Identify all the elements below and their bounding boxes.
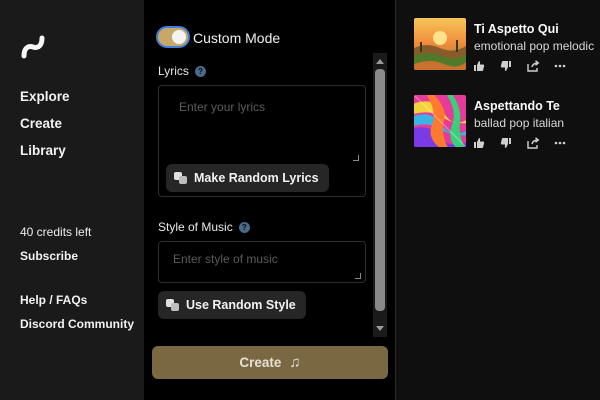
more-options-icon[interactable] — [553, 136, 567, 150]
create-button-label: Create — [239, 355, 282, 370]
lyrics-help-icon[interactable]: ? — [194, 66, 206, 77]
thumbs-down-icon[interactable] — [499, 136, 513, 150]
help-faqs-link[interactable]: Help / FAQs — [20, 293, 87, 307]
custom-mode-label: Custom Mode — [193, 30, 281, 46]
scroll-down-arrow-icon[interactable] — [376, 326, 384, 331]
song-item[interactable]: Aspettando Te ballad pop italian — [414, 95, 600, 165]
make-random-lyrics-label: Make Random Lyrics — [194, 171, 319, 185]
more-options-icon[interactable] — [553, 59, 567, 73]
use-random-style-button[interactable]: Use Random Style — [158, 291, 306, 319]
sidebar: Explore Create Library 40 credits left S… — [0, 0, 144, 400]
thumbs-up-icon[interactable] — [472, 59, 486, 73]
create-button[interactable]: Create ♫ — [152, 346, 388, 379]
toggle-knob — [172, 30, 186, 44]
scroll-up-arrow-icon[interactable] — [376, 59, 384, 64]
nav-create[interactable]: Create — [20, 116, 62, 131]
song-item[interactable]: Ti Aspetto Qui emotional pop melodic — [414, 18, 600, 88]
song-cover-image[interactable] — [414, 95, 466, 147]
subscribe-link[interactable]: Subscribe — [20, 249, 78, 263]
share-icon[interactable] — [526, 59, 540, 73]
music-note-icon: ♫ — [289, 354, 301, 371]
dice-icon — [174, 172, 188, 184]
panel-scrollbar[interactable] — [373, 53, 387, 337]
custom-mode-toggle[interactable] — [156, 26, 190, 48]
style-help-icon[interactable]: ? — [238, 222, 250, 233]
lyrics-label-row: Lyrics? — [158, 64, 206, 78]
nav-library[interactable]: Library — [20, 143, 66, 158]
lyrics-input[interactable] — [159, 86, 365, 164]
song-actions — [472, 136, 567, 150]
song-title[interactable]: Aspettando Te — [474, 99, 560, 113]
scroll-thumb[interactable] — [375, 69, 385, 311]
song-style: ballad pop italian — [474, 116, 565, 130]
lyrics-label: Lyrics — [158, 64, 189, 78]
dice-icon — [166, 299, 180, 311]
nav-explore[interactable]: Explore — [20, 89, 70, 104]
lyrics-resize-handle[interactable] — [353, 155, 359, 161]
style-of-music-input[interactable] — [159, 242, 365, 282]
credits-remaining: 40 credits left — [20, 225, 92, 239]
style-resize-handle[interactable] — [355, 273, 361, 279]
style-container — [158, 241, 366, 283]
song-style: emotional pop melodic — [474, 39, 595, 53]
style-label-row: Style of Music? — [158, 220, 250, 234]
song-title[interactable]: Ti Aspetto Qui — [474, 22, 559, 36]
share-icon[interactable] — [526, 136, 540, 150]
make-random-lyrics-button[interactable]: Make Random Lyrics — [166, 164, 329, 192]
discord-community-link[interactable]: Discord Community — [20, 317, 134, 331]
thumbs-down-icon[interactable] — [499, 59, 513, 73]
song-actions — [472, 59, 567, 73]
style-of-music-label: Style of Music — [158, 220, 233, 234]
use-random-style-label: Use Random Style — [186, 298, 296, 312]
song-list: Ti Aspetto Qui emotional pop melodic Asp… — [396, 0, 600, 400]
thumbs-up-icon[interactable] — [472, 136, 486, 150]
create-panel: Custom Mode Lyrics? Make Random Lyrics S… — [144, 0, 395, 400]
app-logo-icon[interactable] — [18, 32, 48, 62]
song-cover-image[interactable] — [414, 18, 466, 70]
